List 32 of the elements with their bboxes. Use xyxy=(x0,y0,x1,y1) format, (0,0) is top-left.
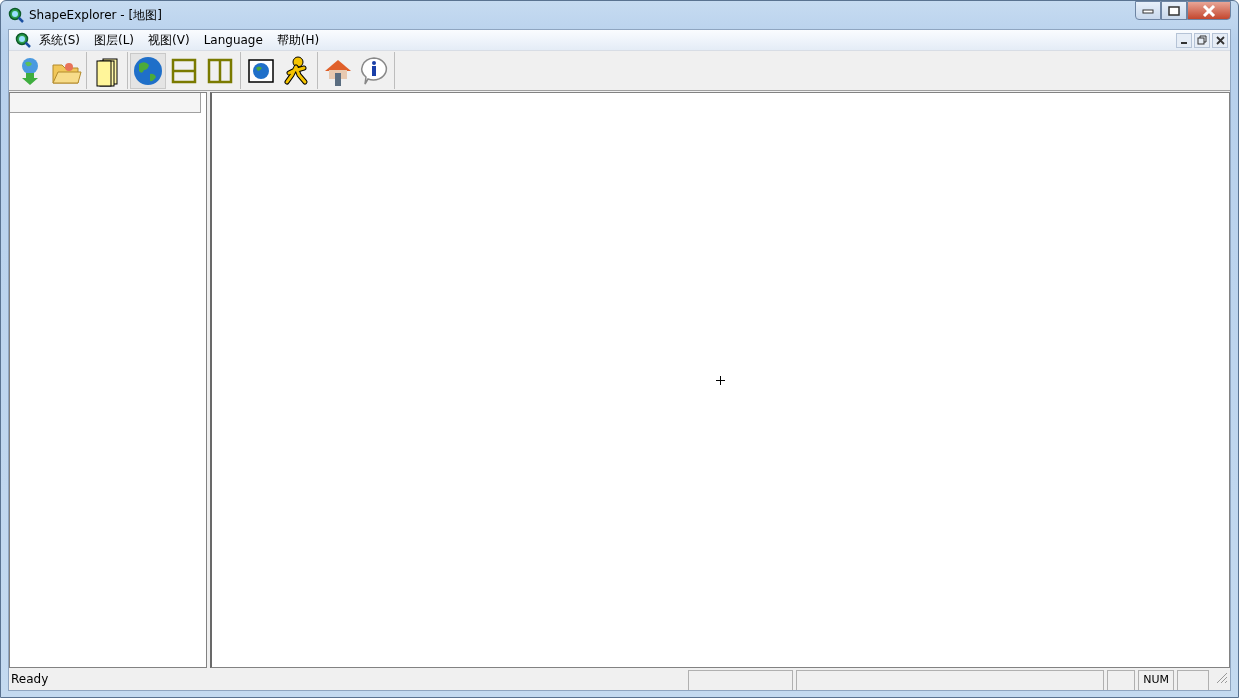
restore-icon xyxy=(1197,35,1207,45)
minimize-icon xyxy=(1142,7,1154,14)
vertical-split-icon xyxy=(207,58,233,83)
globe-icon xyxy=(134,56,162,85)
document-icon xyxy=(15,32,31,48)
menu-item[interactable]: 帮助(H) xyxy=(270,29,326,51)
running-figure-icon xyxy=(284,56,308,84)
status-pane xyxy=(1177,670,1209,690)
close-icon xyxy=(1202,4,1216,17)
globe-download-icon xyxy=(22,57,38,85)
folder-icon xyxy=(52,62,82,83)
window-title: ShapeExplorer - [地图] xyxy=(29,6,162,24)
status-message: Ready xyxy=(10,671,50,688)
maximize-button[interactable] xyxy=(1161,1,1187,20)
close-button[interactable] xyxy=(1212,32,1228,48)
status-indicator: NUM xyxy=(1138,670,1174,690)
crosshair-cursor-icon xyxy=(716,375,725,385)
framed-globe-icon xyxy=(248,58,274,83)
house-icon xyxy=(325,59,351,86)
status-pane xyxy=(1107,670,1136,690)
menu-item[interactable]: Language xyxy=(197,31,269,49)
restore-button[interactable] xyxy=(1194,32,1210,48)
close-icon xyxy=(1215,35,1225,45)
menu-item[interactable]: 图层(L) xyxy=(88,29,141,51)
info-icon xyxy=(361,56,388,85)
documents-icon xyxy=(96,58,118,86)
maximize-icon xyxy=(1168,5,1180,16)
menu-item[interactable]: 系统(S) xyxy=(33,29,86,51)
menu-item[interactable]: 视图(V) xyxy=(142,29,196,51)
app-icon xyxy=(8,7,24,23)
minimize-button[interactable] xyxy=(1176,32,1192,48)
horizontal-split-icon xyxy=(171,58,197,83)
